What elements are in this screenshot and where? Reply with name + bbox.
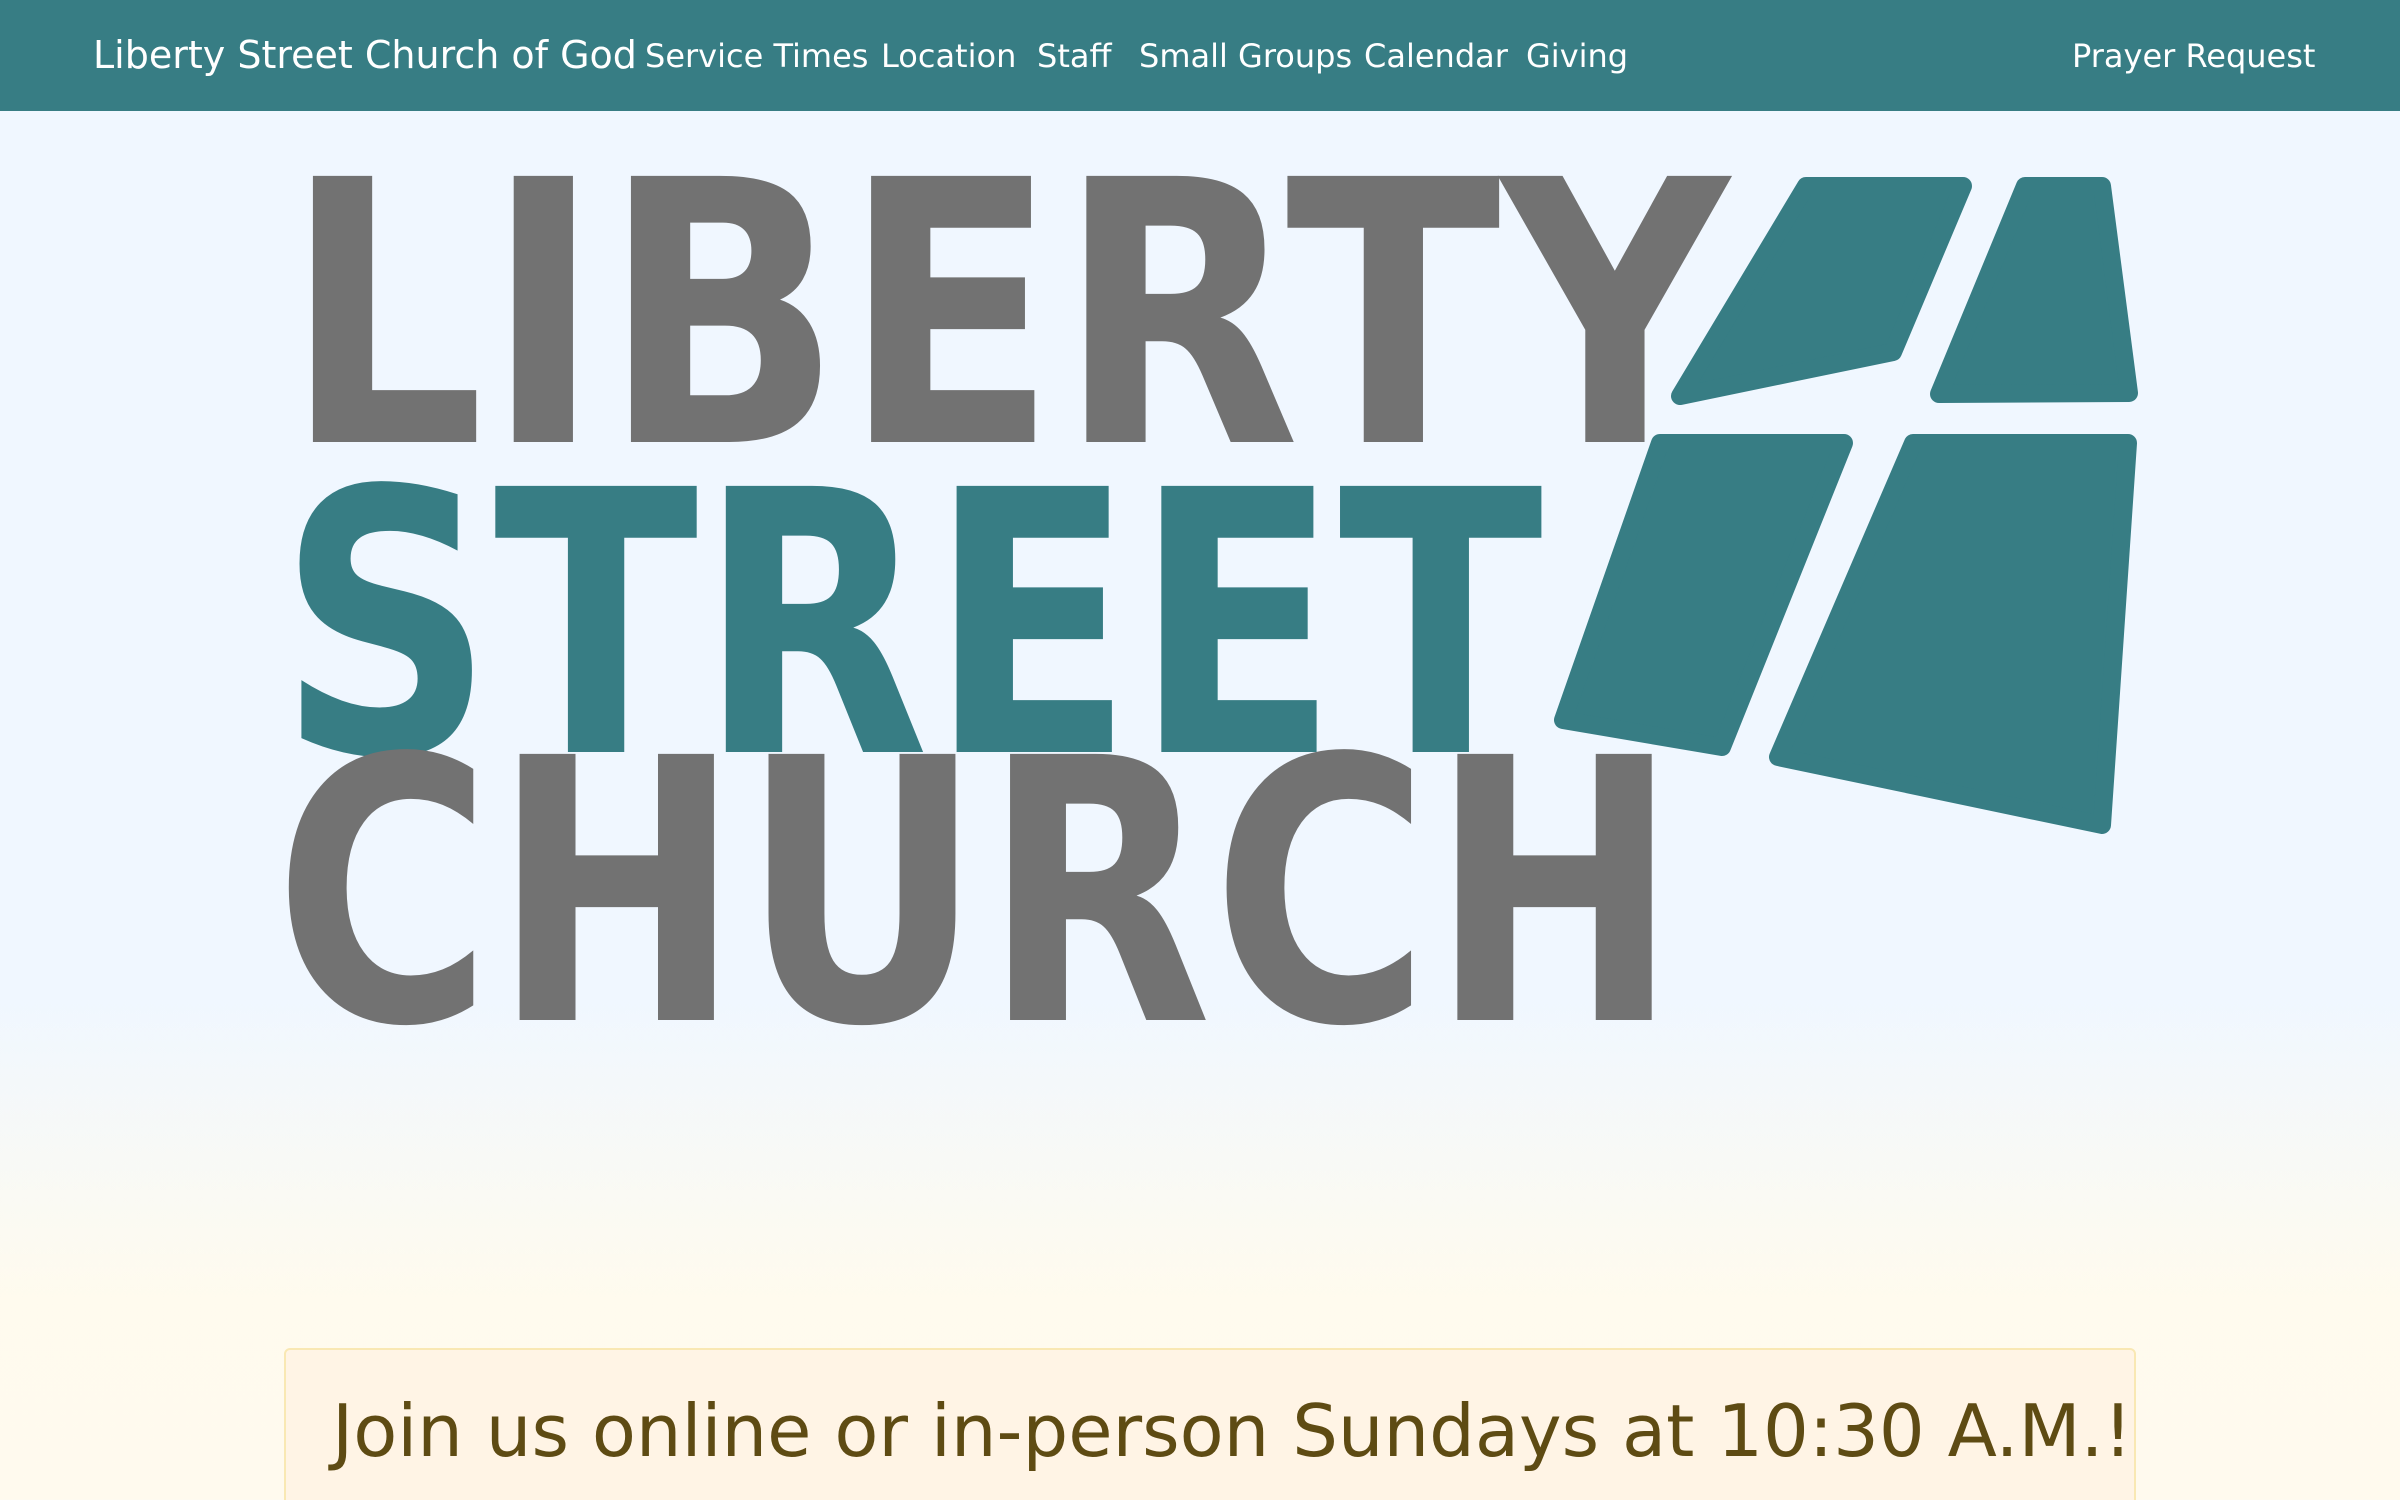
church-logo: LIBERTY STREET CHURCH: [274, 104, 2138, 1100]
service-time-notice: Join us online or in-person Sundays at 1…: [284, 1348, 2136, 1500]
notice-text: Join us online or in-person Sundays at 1…: [332, 1389, 2133, 1473]
window-pane-top-right: [1930, 177, 2138, 403]
logo-word-church: CHURCH: [274, 682, 1679, 1100]
